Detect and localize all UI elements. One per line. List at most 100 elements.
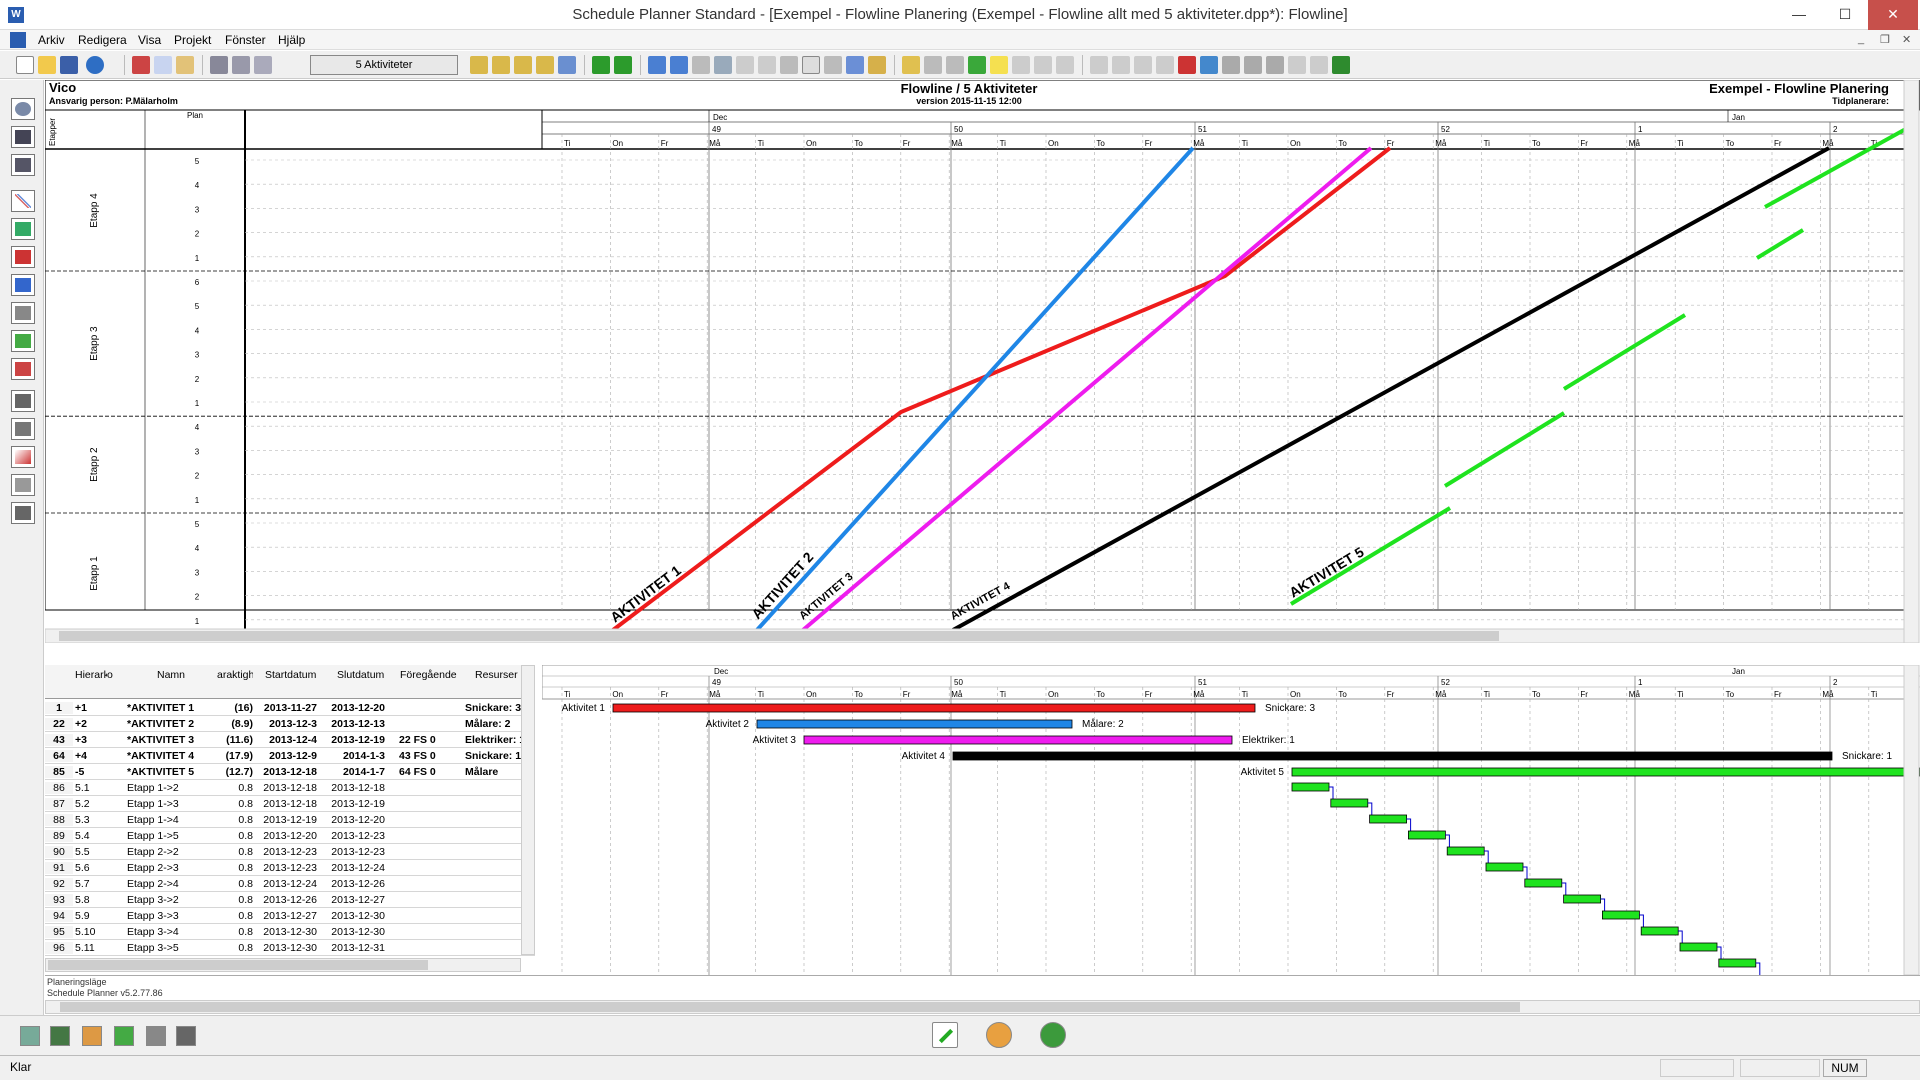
chart-icon-8[interactable] (1244, 56, 1262, 74)
table-row[interactable]: 90 5.5 Etapp 2->2 0.8 2013-12-23 2013-12-23 (45, 844, 535, 860)
edit-icon[interactable] (932, 1022, 958, 1048)
tool-icon[interactable] (780, 56, 798, 74)
table-horizontal-scrollbar[interactable] (45, 958, 521, 972)
grid-icon[interactable] (11, 126, 35, 148)
pen-icon[interactable] (968, 56, 986, 74)
menu-projekt[interactable]: Projekt (174, 33, 211, 47)
lock-icon[interactable] (176, 1026, 196, 1046)
list-icon[interactable] (11, 502, 35, 524)
print-icon[interactable] (210, 56, 228, 74)
table-row[interactable]: 89 5.4 Etapp 1->5 0.8 2013-12-20 2013-12-23 (45, 828, 535, 844)
tree-icon[interactable] (20, 1026, 40, 1046)
copy-icon[interactable] (154, 56, 172, 74)
mdi-restore-button[interactable]: ❐ (1880, 33, 1890, 46)
zoom-in-icon[interactable] (470, 56, 488, 74)
menu-hjalp[interactable]: Hjälp (278, 33, 305, 47)
view-select[interactable]: 5 Aktiviteter (310, 55, 458, 75)
calendar-icon[interactable] (824, 56, 842, 74)
save-icon[interactable] (60, 56, 78, 74)
table-icon[interactable] (11, 154, 35, 176)
col-startdatum[interactable]: Startdatum (265, 669, 319, 681)
refresh-icon[interactable] (1040, 1022, 1066, 1048)
table-row[interactable]: 85 -5 *AKTIVITET 5 (12.7) 2013-12-18 2014-1-7… (45, 764, 535, 780)
menu-redigera[interactable]: Redigera (78, 33, 127, 47)
settings-icon[interactable] (11, 98, 35, 120)
chart-icon-9[interactable] (1266, 56, 1284, 74)
histogram-icon[interactable] (11, 274, 35, 296)
gantt-color-icon[interactable] (11, 246, 35, 268)
activity-table[interactable]: Hierarki o Namn araktigh Startdatum Slut… (45, 665, 535, 975)
resource-icon[interactable] (924, 56, 942, 74)
documents-icon[interactable] (11, 390, 35, 412)
export-icon[interactable] (902, 56, 920, 74)
menu-arkiv[interactable]: Arkiv (38, 33, 65, 47)
zoom-page-icon[interactable] (536, 56, 554, 74)
snap-icon[interactable] (1034, 56, 1052, 74)
gantt-chart[interactable]: Dec Jan 49 50 51 52 1 2 Ti On Fr Må Ti On To Fr Må Ti On To… (542, 665, 1920, 975)
main-horizontal-scrollbar[interactable] (45, 1000, 1920, 1014)
table-view-icon[interactable] (648, 56, 666, 74)
filter-tree-icon[interactable] (114, 1026, 134, 1046)
flowline-view[interactable]: Vico Ansvarig person: P.Mälarholm Flowline… (45, 80, 1920, 643)
table-row[interactable]: 94 5.9 Etapp 3->3 0.8 2013-12-27 2013-12-30 (45, 908, 535, 924)
grid-view-icon[interactable] (670, 56, 688, 74)
link-icon[interactable] (714, 56, 732, 74)
mdi-minimize-button[interactable]: _ (1858, 33, 1864, 45)
marker-icon[interactable] (990, 56, 1008, 74)
table-row[interactable]: 95 5.10 Etapp 3->4 0.8 2013-12-30 2013-12-30 (45, 924, 535, 940)
chart-icon-6[interactable] (1200, 56, 1218, 74)
timer-icon[interactable] (986, 1022, 1012, 1048)
book-icon[interactable] (50, 1026, 70, 1046)
unlink-icon[interactable] (736, 56, 754, 74)
chart-icon-2[interactable] (1112, 56, 1130, 74)
col-o[interactable]: o (107, 669, 115, 681)
chart-icon-11[interactable] (1310, 56, 1328, 74)
table-row[interactable]: 92 5.7 Etapp 2->4 0.8 2013-12-24 2013-12-26 (45, 876, 535, 892)
chart-icon-3[interactable] (1134, 56, 1152, 74)
table-row[interactable]: 1 +1 *AKTIVITET 1 (16) 2013-11-27 2013-12-20 S… (45, 700, 535, 716)
table-row[interactable]: 87 5.2 Etapp 1->3 0.8 2013-12-18 2013-12-19 (45, 796, 535, 812)
edit-chart-icon[interactable] (11, 474, 35, 496)
chart-icon-7[interactable] (1222, 56, 1240, 74)
network-icon[interactable] (11, 358, 35, 380)
mdi-close-button[interactable]: ✕ (1902, 33, 1911, 46)
chart-icon-12[interactable] (1332, 56, 1350, 74)
col-varaktighet[interactable]: araktigh (217, 669, 253, 681)
align-icon[interactable] (1056, 56, 1074, 74)
flowline-icon[interactable] (11, 190, 35, 212)
chart-icon-10[interactable] (1288, 56, 1306, 74)
new-icon[interactable] (16, 56, 34, 74)
split-icon[interactable] (758, 56, 776, 74)
zoom-out-icon[interactable] (492, 56, 510, 74)
add-icon[interactable] (592, 56, 610, 74)
resource-chart-icon[interactable] (11, 330, 35, 352)
col-foregaende[interactable]: Föregående (400, 669, 460, 681)
curve-icon[interactable] (11, 446, 35, 468)
table-row[interactable]: 22 +2 *AKTIVITET 2 (8.9) 2013-12-3 2013-12-13… (45, 716, 535, 732)
table-vertical-scrollbar[interactable] (521, 665, 535, 955)
table-row[interactable]: 64 +4 *AKTIVITET 4 (17.9) 2013-12-9 2014-1-3 4… (45, 748, 535, 764)
table-row[interactable]: 88 5.3 Etapp 1->4 0.8 2013-12-19 2013-12-20 (45, 812, 535, 828)
flowline-chart[interactable]: VicoAnsvarig person: P.Mälarholm Flowline… (45, 80, 1920, 643)
table-row[interactable]: 91 5.6 Etapp 2->3 0.8 2013-12-23 2013-12-24 (45, 860, 535, 876)
col-hierarki[interactable]: Hierarki (75, 669, 107, 681)
chart-icon[interactable] (11, 302, 35, 324)
page-setup-icon[interactable] (254, 56, 272, 74)
level-icon[interactable] (946, 56, 964, 74)
gantt-icon[interactable] (11, 218, 35, 240)
note-icon[interactable] (802, 56, 820, 74)
table-row[interactable]: 93 5.8 Etapp 3->2 0.8 2013-12-26 2013-12-27 (45, 892, 535, 908)
report-icon[interactable] (11, 418, 35, 440)
remove-icon[interactable] (614, 56, 632, 74)
chart-icon-1[interactable] (1090, 56, 1108, 74)
document-icon[interactable] (10, 32, 26, 48)
menu-fonster[interactable]: Fönster (225, 33, 266, 47)
sort-icon[interactable] (82, 1026, 102, 1046)
table-row[interactable]: 43 +3 *AKTIVITET 3 (11.6) 2013-12-4 2013-12-1… (45, 732, 535, 748)
chart-icon-5[interactable] (1178, 56, 1196, 74)
chart-icon-4[interactable] (1156, 56, 1174, 74)
undo-icon[interactable] (86, 56, 104, 74)
paste-icon[interactable] (176, 56, 194, 74)
table-row[interactable]: 86 5.1 Etapp 1->2 0.8 2013-12-18 2013-12-18 (45, 780, 535, 796)
columns-icon[interactable] (846, 56, 864, 74)
